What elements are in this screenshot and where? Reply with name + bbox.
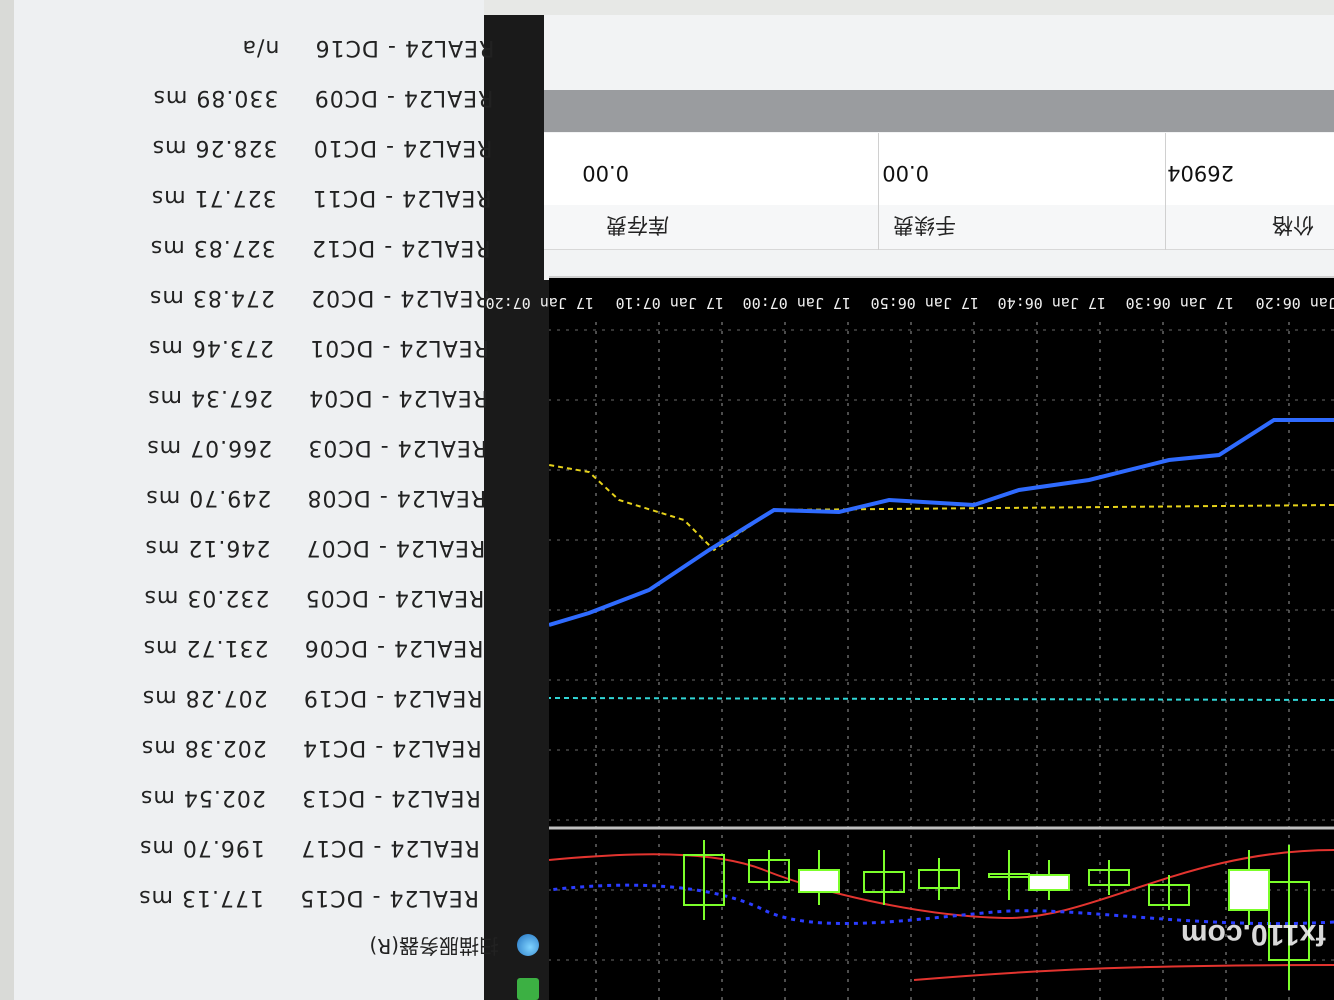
watermark-text: fx110.com — [1181, 918, 1326, 951]
server-row[interactable]: REAL24 - DC08 249.70 ms — [126, 480, 486, 510]
server-ping: 249.70 ms — [145, 485, 272, 510]
time-tick-label: 17 Jan 07:00 — [742, 294, 851, 312]
server-row[interactable]: REAL24 - DC17 196.70 ms — [120, 830, 480, 860]
value-commission: 0.00 — [882, 161, 929, 185]
order-table-row[interactable]: 26904 0.00 0.00 — [544, 133, 1334, 205]
server-row[interactable]: REAL24 - DC16 n/a — [134, 30, 494, 60]
menu-scan-servers[interactable]: 扫描服务器(R) — [369, 928, 499, 962]
server-ping: 267.34 ms — [147, 385, 273, 410]
price-chart[interactable]: 17 Jan 06:20 17 Jan 06:30 17 Jan 06:40 17 J… — [486, 276, 1334, 1000]
server-ping: 246.12 ms — [144, 535, 271, 560]
server-ping: 177.13 ms — [138, 885, 264, 910]
order-table-header: 价格 手续费 库存费 — [544, 204, 1334, 250]
server-ping: 330.89 ms — [152, 85, 279, 110]
server-row[interactable]: REAL24 - DC11 327.71 ms — [132, 180, 492, 210]
server-name: REAL24 - DC08 — [306, 485, 487, 510]
server-ping: n/a — [241, 35, 280, 60]
time-tick-label: 17 Jan 07:10 — [615, 294, 724, 312]
price-line — [548, 418, 1334, 627]
chart-grid — [549, 320, 1334, 1000]
header-price: 价格 — [1272, 213, 1314, 237]
server-ping: 232.03 ms — [143, 585, 270, 610]
server-name: REAL24 - DC05 — [304, 585, 485, 610]
server-name: REAL24 - DC09 — [313, 85, 494, 110]
server-name: REAL24 - DC04 — [308, 385, 488, 410]
server-name: REAL24 - DC03 — [307, 435, 488, 460]
header-commission: 手续费 — [893, 213, 956, 237]
server-row[interactable]: REAL24 - DC13 202.54 ms — [121, 780, 481, 810]
server-ping: 202.38 ms — [140, 735, 267, 760]
monitor-bezel — [484, 0, 1334, 15]
server-name: REAL24 - DC15 — [299, 885, 479, 910]
server-row[interactable]: REAL24 - DC06 231.72 ms — [124, 630, 484, 660]
time-axis: 17 Jan 06:20 17 Jan 06:30 17 Jan 06:40 17 J… — [486, 276, 1334, 320]
server-name: REAL24 - DC17 — [300, 835, 480, 860]
fx110-watermark: fx110.com — [1181, 918, 1326, 951]
column-divider — [878, 133, 879, 250]
server-ping: 196.70 ms — [139, 835, 265, 860]
server-name: REAL24 - DC06 — [303, 635, 484, 660]
cyan-level-line — [548, 697, 1334, 701]
table-scroll-strip[interactable] — [544, 90, 1334, 132]
server-ping: 328.26 ms — [151, 135, 278, 160]
server-name: REAL24 - DC07 — [305, 535, 486, 560]
server-ping: 274.83 ms — [148, 285, 275, 310]
server-row[interactable]: REAL24 - DC02 274.83 ms — [130, 280, 490, 310]
candle-body — [798, 869, 840, 893]
connection-icon — [517, 978, 539, 1000]
server-ping: 266.07 ms — [146, 435, 273, 460]
time-tick-label: 17 Jan 06:40 — [997, 294, 1106, 312]
main-chart-lines — [548, 418, 1334, 701]
server-name: REAL24 - DC01 — [309, 335, 489, 360]
server-row[interactable]: REAL24 - DC04 267.34 ms — [128, 380, 488, 410]
server-row[interactable]: REAL24 - DC07 246.12 ms — [125, 530, 485, 560]
server-name: REAL24 - DC16 — [314, 35, 495, 60]
time-tick-label: 17 Jan 06:20 — [1255, 294, 1334, 312]
server-row[interactable]: REAL24 - DC14 202.38 ms — [122, 730, 482, 760]
scan-server-icon — [517, 934, 539, 956]
server-name: REAL24 - DC19 — [302, 685, 483, 710]
server-row[interactable]: REAL24 - DC12 327.83 ms — [131, 230, 491, 260]
server-name: REAL24 - DC14 — [301, 735, 482, 760]
server-ping: 202.54 ms — [139, 785, 266, 810]
server-row[interactable]: REAL24 - DC10 328.26 ms — [133, 130, 493, 160]
server-ping: 231.72 ms — [142, 635, 269, 660]
candle-body — [1028, 874, 1070, 891]
photo-frame: REAL24 - DC15 177.13 ms REAL24 - DC17 196.7… — [0, 0, 1334, 1000]
server-name: REAL24 - DC12 — [310, 235, 491, 260]
server-ping: 327.83 ms — [149, 235, 276, 260]
server-row[interactable]: REAL24 - DC01 273.46 ms — [129, 330, 489, 360]
server-row[interactable]: REAL24 - DC09 330.89 ms — [133, 80, 494, 110]
yellow-level-line — [548, 464, 1334, 552]
server-name: REAL24 - DC02 — [310, 285, 490, 310]
header-swap: 库存费 — [606, 213, 669, 237]
time-tick-label: 17 Jan 06:50 — [870, 294, 979, 312]
server-row[interactable]: REAL24 - DC05 232.03 ms — [124, 580, 485, 610]
server-row[interactable]: REAL24 - DC19 207.28 ms — [123, 680, 483, 710]
server-name: REAL24 - DC10 — [312, 135, 493, 160]
value-swap: 0.00 — [582, 161, 629, 185]
server-row[interactable]: REAL24 - DC15 177.13 ms — [119, 880, 479, 910]
server-ping: 207.28 ms — [141, 685, 268, 710]
column-divider — [1165, 133, 1166, 250]
server-row[interactable]: REAL24 - DC03 266.07 ms — [127, 430, 487, 460]
indicator-red-line — [548, 849, 1334, 920]
indicator-red-line — [913, 964, 1334, 981]
chart-canvas — [548, 320, 1334, 1000]
time-tick-label: 17 Jan 06:30 — [1125, 294, 1234, 312]
server-ping: 273.46 ms — [148, 335, 274, 360]
value-price: 26904 — [1167, 161, 1234, 185]
server-name: REAL24 - DC13 — [301, 785, 481, 810]
time-tick-label: 17 Jan 07:20 — [485, 294, 594, 312]
monitor-screen: REAL24 - DC15 177.13 ms REAL24 - DC17 196.7… — [0, 0, 1334, 1000]
server-name: REAL24 - DC11 — [311, 185, 492, 210]
server-ping: 327.71 ms — [150, 185, 277, 210]
candle-body — [1228, 869, 1270, 911]
